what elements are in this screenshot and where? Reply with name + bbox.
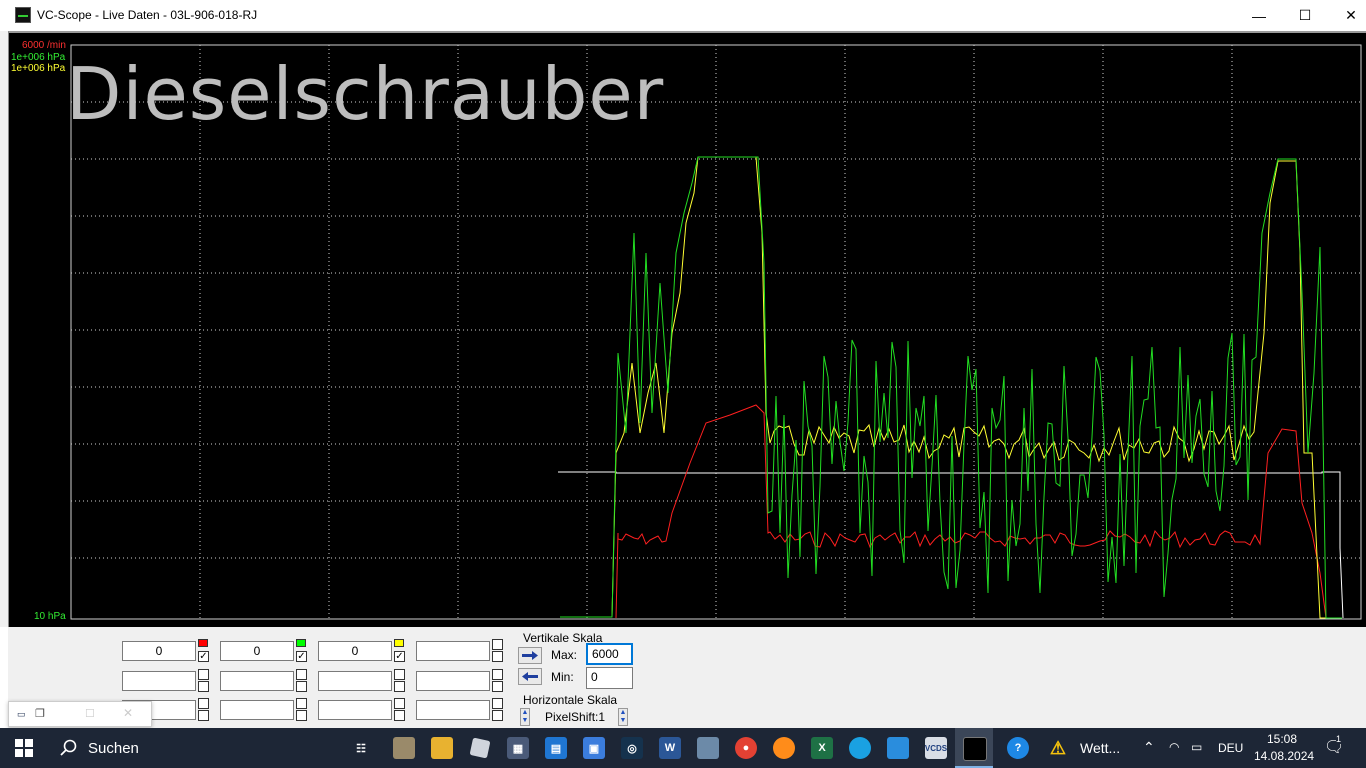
maximize-button[interactable]: ☐ (1282, 0, 1328, 31)
task-view-icon[interactable]: ☷ (350, 737, 372, 759)
channel-11-value[interactable] (318, 700, 392, 720)
notification-icon[interactable]: 🗨 (1324, 737, 1344, 757)
channel-2-color (296, 639, 306, 647)
file-explorer-icon[interactable] (431, 737, 453, 759)
weather-text[interactable]: Wett... (1080, 740, 1120, 756)
taskbar-preview-popup[interactable]: ▭ ❐ ☐ ✕ (8, 701, 152, 727)
channel-6-color (296, 669, 307, 680)
scale-top-yellow: 1e+006 hPa (11, 63, 66, 74)
channel-10-color (296, 698, 307, 709)
vcds-mini-icon: ▭ (17, 709, 26, 719)
app-icon[interactable] (393, 737, 415, 759)
vcds-icon[interactable]: VCDS (925, 737, 947, 759)
help-icon[interactable]: ? (1007, 737, 1029, 759)
scale-left-arrow-button[interactable] (518, 668, 542, 685)
scale-top-green: 1e+006 hPa (11, 52, 66, 63)
chrome-icon[interactable]: ● (735, 737, 757, 759)
vc-scope-icon (963, 737, 987, 761)
channel-12-checkbox[interactable] (492, 710, 503, 721)
pixelshift-spin-right[interactable]: ▲ ▼ (618, 708, 628, 726)
close-button[interactable]: ✕ (1328, 0, 1366, 31)
channel-4-color (492, 639, 503, 650)
clock-time[interactable]: 15:08 (1267, 732, 1297, 746)
excel-icon[interactable]: X (811, 737, 833, 759)
tray-chevron-icon[interactable]: ⌃ (1143, 739, 1155, 756)
language-indicator[interactable]: DEU (1218, 741, 1243, 755)
max-input[interactable]: 6000 (586, 643, 633, 665)
channel-1-value[interactable]: 0 (122, 641, 196, 661)
channel-6-value[interactable] (220, 671, 294, 691)
channel-2-checkbox[interactable]: ✓ (296, 651, 307, 662)
window-title: VC-Scope - Live Daten - 03L-906-018-RJ (37, 8, 258, 22)
channel-10-value[interactable] (220, 700, 294, 720)
channel-8-value[interactable] (416, 671, 490, 691)
vc-scope-app-icon (15, 7, 31, 23)
horizontal-scale-label: Horizontale Skala (523, 693, 618, 707)
channel-8-checkbox[interactable] (492, 681, 503, 692)
channel-5-value[interactable] (122, 671, 196, 691)
min-input[interactable]: 0 (586, 667, 633, 689)
calculator-icon[interactable]: ▦ (507, 737, 529, 759)
wifi-icon[interactable]: ◠ (1169, 740, 1179, 754)
title-bar: VC-Scope - Live Daten - 03L-906-018-RJ —… (0, 0, 1366, 31)
roblox-icon[interactable] (469, 737, 491, 759)
warning-icon[interactable]: ⚠ (1047, 737, 1069, 759)
channel-5-color (198, 669, 209, 680)
scale-top-red: 6000 /min (22, 40, 66, 51)
channel-12-color (492, 698, 503, 709)
channel-1-checkbox[interactable]: ✓ (198, 651, 209, 662)
channel-11-checkbox[interactable] (394, 710, 405, 721)
minimize-button[interactable]: — (1236, 0, 1282, 31)
channel-1-color (198, 639, 208, 647)
channel-5-checkbox[interactable] (198, 681, 209, 692)
restore-icon[interactable]: ❐ (35, 707, 45, 720)
pixelshift-spin-left[interactable]: ▲ ▼ (520, 708, 530, 726)
channel-7-value[interactable] (318, 671, 392, 691)
pixelshift-value: PixelShift:1 (545, 710, 606, 724)
channel-8-color (492, 669, 503, 680)
channel-7-checkbox[interactable] (394, 681, 405, 692)
firefox-icon[interactable] (773, 737, 795, 759)
taskbar-search[interactable]: Suchen (49, 728, 336, 768)
max-label: Max: (551, 648, 578, 662)
notification-count: 1 (1336, 734, 1342, 744)
channel-3-color (394, 639, 404, 647)
channel-10-checkbox[interactable] (296, 710, 307, 721)
arrow-left-icon (522, 672, 538, 681)
channel-2-value[interactable]: 0 (220, 641, 294, 661)
clock-date[interactable]: 14.08.2024 (1254, 749, 1314, 763)
battery-icon[interactable]: ▭ (1191, 740, 1202, 754)
channel-4-value[interactable] (416, 641, 490, 661)
calendar-icon[interactable]: ▤ (545, 737, 567, 759)
channel-11-color (394, 698, 405, 709)
channel-9-checkbox[interactable] (198, 710, 209, 721)
min-label: Min: (551, 670, 574, 684)
channel-3-value[interactable]: 0 (318, 641, 392, 661)
store-icon[interactable]: ▣ (583, 737, 605, 759)
windows-start-icon[interactable] (12, 737, 36, 759)
controls-panel: 0 ✓ 0 ✓ 0 ✓ Vertikale Skala Max: 6000 Mi… (8, 627, 1366, 728)
channel-6-checkbox[interactable] (296, 681, 307, 692)
channel-12-value[interactable] (416, 700, 490, 720)
maximize-icon: ☐ (85, 708, 95, 720)
taskbar: Suchen ☷ ▦ ▤ ▣ ◎ W ● X VCDS ? ⚠ Wett... … (0, 728, 1366, 768)
vc-scope-taskbar-button[interactable] (955, 728, 993, 768)
search-label: Suchen (88, 740, 139, 757)
channel-9-color (198, 698, 209, 709)
watermark-text: Dieselschrauber (66, 52, 665, 136)
channel-4-checkbox[interactable] (492, 651, 503, 662)
scale-bottom-green: 10 hPa (34, 611, 66, 622)
trace-red-rpm (615, 404, 1327, 619)
photos-icon[interactable] (697, 737, 719, 759)
channel-7-color (394, 669, 405, 680)
search-icon (60, 739, 77, 756)
scale-right-arrow-button[interactable] (518, 647, 542, 664)
edge-icon[interactable] (849, 737, 871, 759)
arrow-right-icon (522, 651, 538, 660)
close-icon: ✕ (123, 706, 134, 720)
steam-icon[interactable]: ◎ (621, 737, 643, 759)
drive-icon[interactable] (887, 737, 909, 759)
channel-3-checkbox[interactable]: ✓ (394, 651, 405, 662)
word-icon[interactable]: W (659, 737, 681, 759)
